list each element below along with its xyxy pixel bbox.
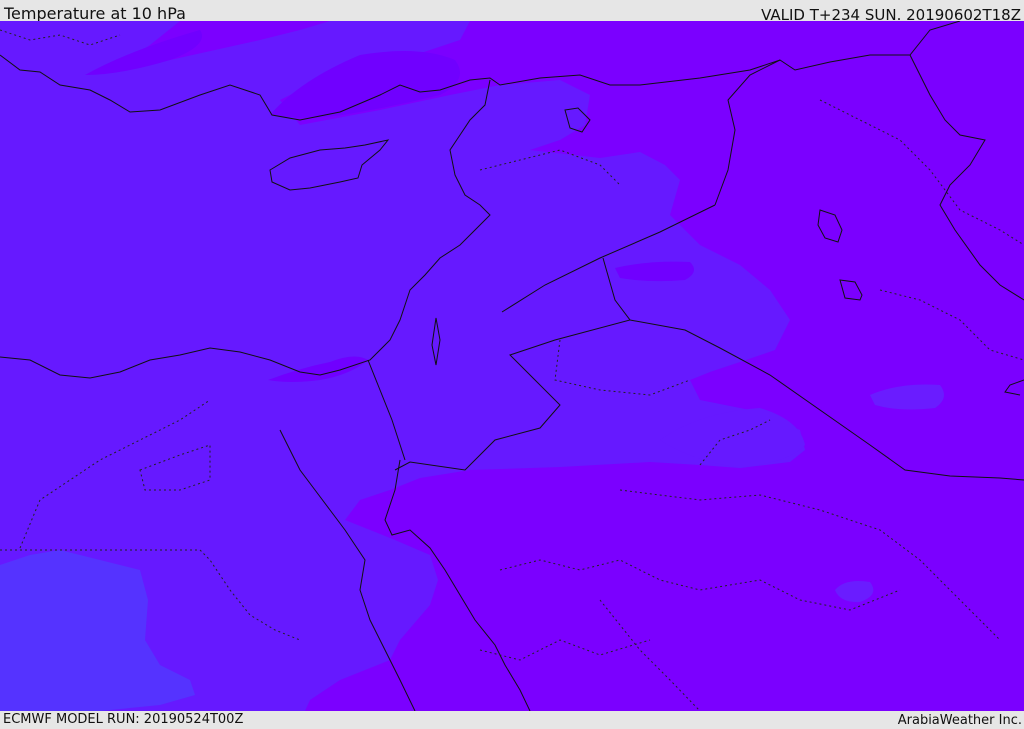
temperature-map [0, 21, 1024, 711]
model-run-label: ECMWF MODEL RUN: 20190524T00Z [3, 712, 244, 727]
credit-label: ArabiaWeather Inc. [897, 713, 1022, 728]
